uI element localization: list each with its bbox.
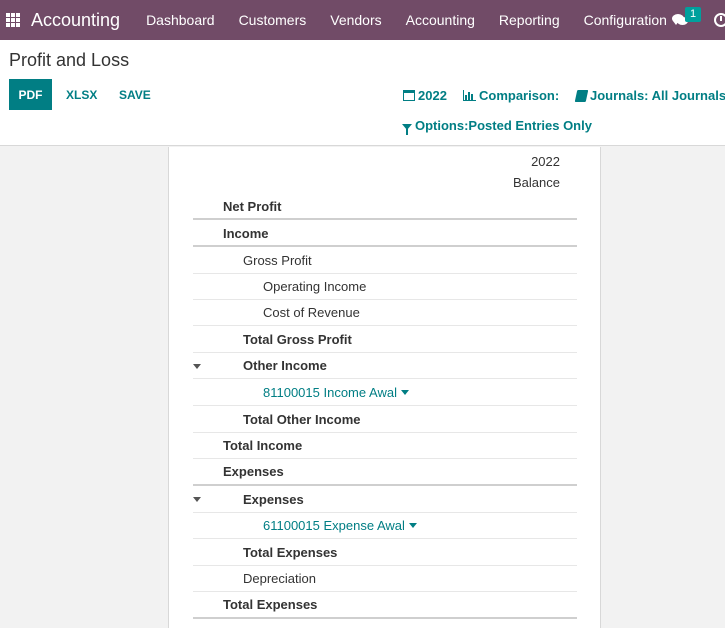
nav-accounting[interactable]: Accounting [394,12,487,28]
report-line-net-profit: Net Profit [193,194,577,220]
report-line-expenses-header: Expenses [193,459,577,486]
report-line-expense-account[interactable]: 61100015 Expense Awal [193,513,577,539]
bar-chart-icon [463,90,476,101]
report-line-total-gross-profit: Total Gross Profit [193,326,577,353]
options-filter-label: Options:Posted Entries Only [415,118,592,133]
save-button[interactable]: SAVE [119,79,151,110]
period-filter[interactable]: 2022 [403,88,447,103]
report-line-operating-income: Operating Income [193,274,577,300]
column-year-header: 2022 [531,154,560,169]
collapse-caret-icon[interactable] [193,497,201,502]
nav-customers[interactable]: Customers [227,12,319,28]
report-line-gross-profit: Gross Profit [193,247,577,274]
xlsx-button[interactable]: XLSX [66,79,97,110]
collapse-caret-icon[interactable] [193,364,201,369]
period-filter-label: 2022 [418,88,447,103]
nav-dashboard[interactable]: Dashboard [134,12,227,28]
top-navbar: Accounting Dashboard Customers Vendors A… [0,0,725,40]
chat-icon[interactable]: 1 [670,7,702,30]
report-line-cost-of-revenue: Cost of Revenue [193,300,577,326]
activity-clock-icon[interactable] [714,13,725,27]
report-line-total-expenses: Total Expenses [193,592,577,619]
comparison-filter[interactable]: Comparison: [463,88,559,103]
journals-filter-label: Journals: All Journals [590,88,725,103]
pdf-button[interactable]: PDF [9,79,52,110]
report-line-expenses-group[interactable]: Expenses [193,486,577,513]
column-balance-header: Balance [513,175,560,190]
report-line-income: Income [193,221,577,247]
dropdown-caret-icon[interactable] [408,523,417,528]
report-line-total-income: Total Income [193,433,577,459]
calendar-icon [403,90,415,101]
report-line-depreciation: Depreciation [193,566,577,592]
report-line-total-other-income: Total Other Income [193,406,577,433]
page-title: Profit and Loss [9,50,130,70]
nav-configuration[interactable]: Configuration [572,12,679,28]
nav-vendors[interactable]: Vendors [318,12,393,28]
control-panel: Profit and Loss PDF XLSX SAVE 2022 Compa… [0,40,725,146]
app-brand[interactable]: Accounting [31,10,120,31]
report-line-other-income[interactable]: Other Income [193,353,577,379]
options-filter[interactable]: Options:Posted Entries Only [402,118,592,135]
report-sheet: 2022 Balance Net Profit Income Gross Pro… [168,147,601,628]
nav-reporting[interactable]: Reporting [487,12,572,28]
dropdown-caret-icon[interactable] [400,389,409,395]
book-icon [574,89,589,102]
chat-badge: 1 [685,7,702,22]
comparison-filter-label: Comparison: [479,88,560,103]
report-line-total-expenses-group: Total Expenses [193,539,577,566]
report-line-income-account[interactable]: 81100015 Income Awal [193,379,577,406]
filter-icon [402,123,412,135]
apps-menu-icon[interactable] [6,13,20,27]
journals-filter[interactable]: Journals: All Journals [574,88,725,103]
